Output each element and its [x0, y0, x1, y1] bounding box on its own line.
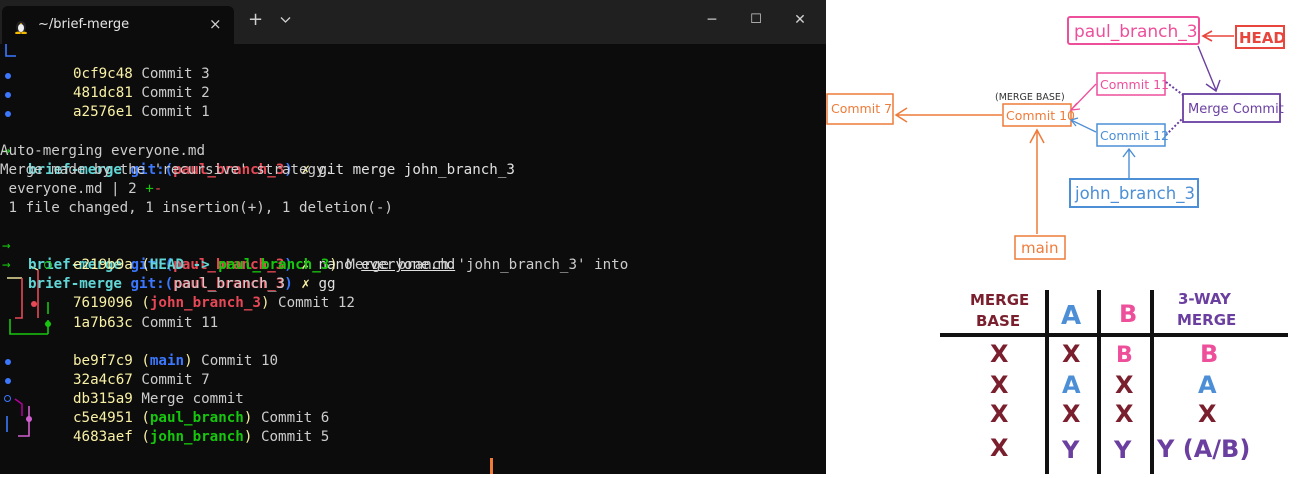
- cell: A: [1198, 371, 1217, 399]
- merge-commit-label: Merge Commit: [1188, 102, 1284, 117]
- cell: X: [1115, 400, 1134, 428]
- cell: X: [990, 400, 1009, 428]
- graph-node: [45, 321, 51, 327]
- commit-10-label: Commit 10: [1006, 108, 1075, 123]
- graph-node: [31, 301, 37, 307]
- maximize-button[interactable]: ☐: [746, 12, 766, 27]
- close-button[interactable]: ✕: [790, 12, 810, 28]
- close-tab-icon[interactable]: ×: [209, 15, 222, 33]
- output-line: 1 file changed, 1 insertion(+), 1 deleti…: [0, 200, 393, 216]
- john-branch-label: john_branch_3: [1074, 184, 1195, 204]
- head-label: HEAD: [1239, 29, 1286, 47]
- paul-branch-label: paul_branch_3: [1074, 22, 1198, 42]
- commit-12-label: Commit 12: [1100, 128, 1169, 143]
- terminal-output[interactable]: 0cf9c48 Commit 3 481dc81 Commit 2 a2576e…: [0, 44, 826, 474]
- graph-node: [5, 111, 11, 117]
- header-3way: 3-WAY: [1178, 290, 1232, 308]
- tab-title: ~/brief-merge: [38, 17, 130, 32]
- new-tab-button[interactable]: +: [248, 11, 263, 29]
- main-label: main: [1021, 239, 1058, 257]
- graph-merge-node: [4, 395, 11, 402]
- graph-merge-node: [44, 261, 52, 269]
- linux-penguin-icon: [15, 21, 27, 34]
- terminal-window: ~/brief-merge × + ─ ☐ ✕ 0cf9c48 Commit 3…: [0, 0, 826, 474]
- cursor-mark: [490, 458, 493, 474]
- cell: X: [990, 340, 1009, 368]
- cell: Y: [1061, 436, 1080, 464]
- title-bar: ~/brief-merge × + ─ ☐ ✕: [0, 0, 826, 44]
- chevron-down-icon[interactable]: [280, 14, 291, 27]
- cell: X: [1115, 371, 1134, 399]
- cell: X: [1062, 340, 1081, 368]
- cell: X: [1062, 400, 1081, 428]
- cell: X: [1198, 400, 1217, 428]
- graph-node: [5, 92, 11, 98]
- three-way-merge-table: MERGE BASE A B 3-WAY MERGE X X B B X A X…: [940, 290, 1288, 474]
- header-b: B: [1119, 300, 1137, 328]
- commit-7-label: Commit 7: [831, 101, 892, 116]
- cell: Y (A/B): [1156, 435, 1250, 463]
- header-merge-base: MERGE: [970, 291, 1029, 309]
- graph-node: [5, 73, 11, 79]
- cell: X: [990, 371, 1009, 399]
- cell: B: [1116, 343, 1133, 368]
- graph-node: [5, 378, 11, 384]
- minimize-button[interactable]: ─: [702, 12, 722, 28]
- merge-base-label: (MERGE BASE): [995, 92, 1065, 103]
- cell: B: [1200, 340, 1218, 368]
- prompt-line: → brief-merge git:(paul_branch_3) ✗ nano…: [2, 238, 456, 274]
- header-merge-base-2: BASE: [976, 312, 1020, 330]
- commit-11-label: Commit 11: [1100, 77, 1169, 92]
- graph-node: [26, 416, 32, 422]
- whiteboard-panel: paul_branch_3 HEAD Commit 11 Merge Commi…: [826, 0, 1298, 474]
- header-a: A: [1061, 301, 1081, 331]
- merge-diagram: paul_branch_3 HEAD Commit 11 Merge Commi…: [826, 16, 1288, 474]
- cell: A: [1062, 371, 1081, 399]
- prompt-line: → brief-merge git:(paul_branch_3) ✗ gg: [2, 257, 336, 293]
- cell: Y: [1113, 436, 1132, 464]
- output-line: Merge made by the 'recursive' strategy.: [0, 162, 334, 178]
- prompt-line: → brief-merge git:(paul_branch_3) ✗ git …: [2, 143, 515, 179]
- output-line: Auto-merging everyone.md: [0, 143, 205, 159]
- tab-brief-merge[interactable]: ~/brief-merge ×: [2, 6, 234, 44]
- header-3way-2: MERGE: [1177, 311, 1236, 329]
- graph-node: [5, 359, 11, 365]
- cell: X: [990, 434, 1009, 462]
- output-line: everyone.md | 2 +-: [0, 181, 163, 197]
